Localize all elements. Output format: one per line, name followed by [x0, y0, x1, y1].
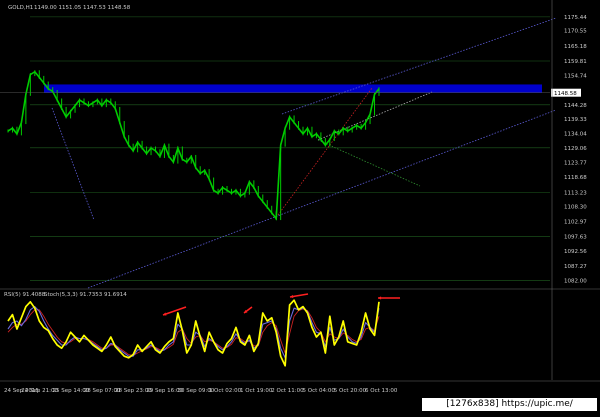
price-tick-label: 1123.77	[564, 161, 587, 167]
price-tick-label: 1097.63	[564, 235, 587, 241]
trading-chart-window: 1148.58 1175.44 1170.55 1165.18 1159.81 1154.…	[0, 0, 600, 413]
price-tick-label: 1082.00	[564, 279, 587, 285]
price-tick-label: 1154.74	[564, 73, 587, 79]
resistance-band	[44, 84, 542, 93]
stoch-values: Stoch(5,3,3) 91.7353 91.6914	[44, 292, 127, 298]
time-tick-label: 5 Oct 20:00	[334, 388, 367, 394]
price-tick-label: 1170.55	[564, 29, 587, 35]
price-tick-label: 1144.28	[564, 103, 587, 109]
watermark: [1276x838] https://upic.me/	[422, 398, 597, 411]
chart-background	[0, 0, 600, 413]
price-tick-label: 1129.06	[564, 146, 587, 152]
price-tick-label: 1139.33	[564, 117, 587, 123]
price-tick-label: 1102.97	[564, 219, 587, 225]
price-tick-label: 1134.04	[564, 132, 587, 138]
time-tick-label: 1 Oct 19:00	[240, 388, 273, 394]
price-tick-label: 1175.44	[564, 15, 587, 21]
price-tick-label: 1087.27	[564, 264, 587, 270]
ohlc-values: 1149.00 1151.05 1147.53 1148.58	[34, 5, 131, 11]
time-tick-label: 5 Oct 04:00	[303, 388, 336, 394]
symbol-label: GOLD,H1	[8, 5, 33, 11]
price-tick-label: 1092.56	[564, 249, 587, 255]
time-tick-label: 1 Oct 02:00	[209, 388, 242, 394]
price-chart[interactable]: 1148.58 1175.44 1170.55 1165.18 1159.81 1154.…	[0, 0, 600, 413]
price-tick-label: 1108.30	[564, 204, 587, 210]
price-tick-label: 1165.18	[564, 44, 587, 50]
time-tick-label: 6 Oct 13:00	[365, 388, 398, 394]
indicator-label: RSI(5) 91.4088	[4, 292, 46, 298]
current-price-label: 1148.58	[554, 91, 577, 97]
price-tick-label: 1159.81	[564, 59, 587, 65]
price-tick-label: 1118.68	[564, 175, 587, 181]
price-tick-label: 1113.23	[564, 190, 587, 196]
time-tick-label: 2 Oct 11:00	[271, 388, 304, 394]
